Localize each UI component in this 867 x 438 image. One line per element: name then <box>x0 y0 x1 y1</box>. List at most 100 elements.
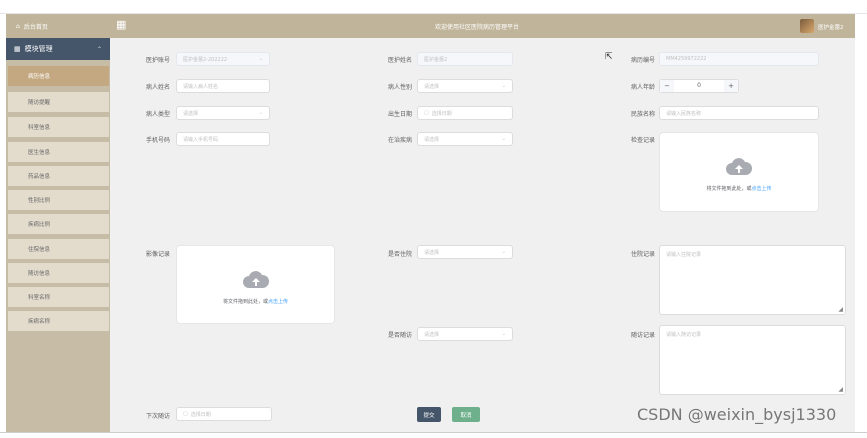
increment-button[interactable]: + <box>724 80 738 92</box>
phone-placeholder: 请输入手机号码 <box>183 136 219 143</box>
nurse-account-value: 医护金蕾2-202222 <box>183 56 228 63</box>
exam-record-upload[interactable]: 将文件拖到此处，或点击上传 <box>659 132 819 212</box>
patient-type-select[interactable]: 请选择 ⌄ <box>176 106 270 120</box>
disease-placeholder: 请选择 <box>424 136 440 143</box>
patient-name-placeholder: 请输入病人姓名 <box>183 83 219 90</box>
sidebar-item-disease-ratio[interactable]: 疾病比例 <box>8 214 109 234</box>
phone-label: 手机号码 <box>145 137 170 144</box>
main-form-area: 医护账号 医护金蕾2-202222 ⌄ 医护姓名 医护金蕾2 病历编号 MM42… <box>110 38 855 432</box>
hospital-record-placeholder: 请输入住院记录 <box>666 252 702 258</box>
ethnicity-placeholder: 请输入民族名称 <box>666 110 702 117</box>
sidebar-item-drug-info[interactable]: 药品信息 <box>8 166 109 186</box>
sidebar-item-label: 病历信息 <box>28 74 51 80</box>
cancel-button[interactable]: 取消 <box>452 407 480 422</box>
patient-type-label: 病人类型 <box>145 111 170 118</box>
chevron-down-icon: ⌄ <box>501 331 506 337</box>
sidebar-item-gender-ratio[interactable]: 性别比例 <box>8 190 109 210</box>
upload-link[interactable]: 点击上传 <box>752 186 772 192</box>
sidebar-item-hospital-info[interactable]: 住院信息 <box>8 239 109 259</box>
sidebar-module-menu[interactable]: ▦ 模块管理 ⌃ <box>6 38 110 60</box>
is-hospitalized-select[interactable]: 请选择 ⌄ <box>417 245 513 259</box>
resize-grip-icon[interactable]: ◢ <box>838 306 843 313</box>
is-followup-label: 是否随访 <box>387 332 412 339</box>
home-icon: ⌂ <box>16 22 20 30</box>
grid-icon: ▦ <box>14 45 21 53</box>
resize-grip-icon[interactable]: ◢ <box>838 386 843 393</box>
patient-name-input[interactable]: 请输入病人姓名 <box>176 79 270 93</box>
hospital-record-label: 住院记录 <box>630 251 655 258</box>
is-hospitalized-placeholder: 请选择 <box>424 249 440 256</box>
sidebar-item-record-info[interactable]: 病历信息 <box>8 66 109 86</box>
cloud-upload-icon <box>726 158 752 175</box>
nurse-account-label: 医护账号 <box>145 57 170 64</box>
chevron-down-icon: ⌄ <box>258 56 263 62</box>
disease-label: 在治疾病 <box>387 137 412 144</box>
chevron-down-icon: ⌄ <box>501 249 506 255</box>
avatar[interactable] <box>800 19 814 33</box>
sidebar-home[interactable]: ⌂ 后台首页 <box>6 14 110 38</box>
patient-gender-placeholder: 请选择 <box>424 83 440 90</box>
nurse-name-field[interactable]: 医护金蕾2 <box>417 52 513 66</box>
upload-hint-text: 将文件拖到此处，或 <box>706 186 752 192</box>
nurse-name-label: 医护姓名 <box>387 57 412 64</box>
chevron-down-icon: ⌄ <box>258 110 263 116</box>
top-strip <box>0 0 867 14</box>
cloud-upload-icon <box>242 270 269 288</box>
patient-age-stepper[interactable]: − 0 + <box>659 79 739 93</box>
phone-input[interactable]: 请输入手机号码 <box>176 132 270 146</box>
watermark: CSDN @weixin_bysj1330 <box>637 405 837 424</box>
sidebar-item-label: 随访信息 <box>28 271 51 277</box>
sidebar-item-followup-reminder[interactable]: 随访提醒 <box>8 92 109 112</box>
disease-select[interactable]: 请选择 ⌄ <box>417 132 513 146</box>
sidebar-item-label: 疾病名称 <box>28 319 51 325</box>
followup-record-placeholder: 请输入随访记录 <box>666 332 702 338</box>
bottom-divider <box>0 432 867 433</box>
followup-record-textarea[interactable]: 请输入随访记录 ◢ <box>659 325 846 395</box>
followup-record-label: 随访记录 <box>630 332 655 339</box>
image-record-upload[interactable]: 将文件拖到此处，或点击上传 <box>176 245 335 324</box>
sidebar-item-disease-name[interactable]: 疾病名称 <box>8 311 109 331</box>
sidebar-item-followup-info[interactable]: 随访信息 <box>8 263 109 283</box>
sidebar-item-label: 随访提醒 <box>28 100 51 106</box>
image-record-label: 影像记录 <box>145 251 170 258</box>
patient-name-label: 病人姓名 <box>145 84 170 91</box>
nurse-account-select[interactable]: 医护金蕾2-202222 ⌄ <box>176 52 270 66</box>
upload-link[interactable]: 点击上传 <box>268 299 288 305</box>
birth-date-label: 出生日期 <box>387 111 412 118</box>
record-no-field[interactable]: MM4259972222 <box>659 52 819 66</box>
sidebar-item-department-info[interactable]: 科室信息 <box>8 117 109 137</box>
patient-age-label: 病人年龄 <box>630 84 655 91</box>
is-followup-select[interactable]: 请选择 ⌄ <box>417 327 513 341</box>
sidebar-item-label: 医生信息 <box>28 150 51 156</box>
upload-hint-text: 将文件拖到此处，或 <box>222 299 268 305</box>
sidebar-item-label: 性别比例 <box>28 198 51 204</box>
exam-record-label: 检查记录 <box>630 137 655 144</box>
user-name[interactable]: 医护金蕾2 <box>818 23 844 31</box>
patient-gender-select[interactable]: 请选择 ⌄ <box>417 79 513 93</box>
ethnicity-input[interactable]: 请输入民族名称 <box>659 106 819 120</box>
is-followup-placeholder: 请选择 <box>424 331 440 338</box>
patient-age-value[interactable]: 0 <box>674 80 724 92</box>
submit-button[interactable]: 提交 <box>417 407 441 422</box>
sidebar-item-label: 药品信息 <box>28 174 51 180</box>
decrement-button[interactable]: − <box>660 80 674 92</box>
hospital-record-textarea[interactable]: 请输入住院记录 ◢ <box>659 245 846 315</box>
calendar-icon: ▢ <box>183 411 188 417</box>
birth-date-picker[interactable]: ▢ 选择日期 <box>417 106 513 120</box>
upload-hint: 将文件拖到此处，或点击上传 <box>177 298 334 305</box>
birth-date-placeholder: 选择日期 <box>431 110 452 117</box>
chevron-down-icon: ⌄ <box>501 83 506 89</box>
ethnicity-label: 民族名称 <box>630 111 655 118</box>
next-followup-picker[interactable]: ▢ 选择日期 <box>176 407 272 421</box>
grid-menu-icon[interactable]: ▦ <box>116 19 128 31</box>
upload-hint: 将文件拖到此处，或点击上传 <box>660 185 818 192</box>
record-no-label: 病历编号 <box>630 57 655 64</box>
calendar-icon: ▢ <box>424 110 429 116</box>
sidebar-item-department-name[interactable]: 科室名称 <box>8 287 109 307</box>
sidebar: ⌂ 后台首页 ▦ 模块管理 ⌃ 病历信息 随访提醒 科室信息 医生信息 药品信息… <box>6 14 110 432</box>
sidebar-item-label: 科室名称 <box>28 295 51 301</box>
sidebar-item-label: 疾病比例 <box>28 222 51 228</box>
next-followup-placeholder: 选择日期 <box>190 411 211 418</box>
top-bar: ▦ 欢迎使用社区医院病历管理平台 医护金蕾2 <box>110 14 855 38</box>
sidebar-item-doctor-info[interactable]: 医生信息 <box>8 142 109 162</box>
